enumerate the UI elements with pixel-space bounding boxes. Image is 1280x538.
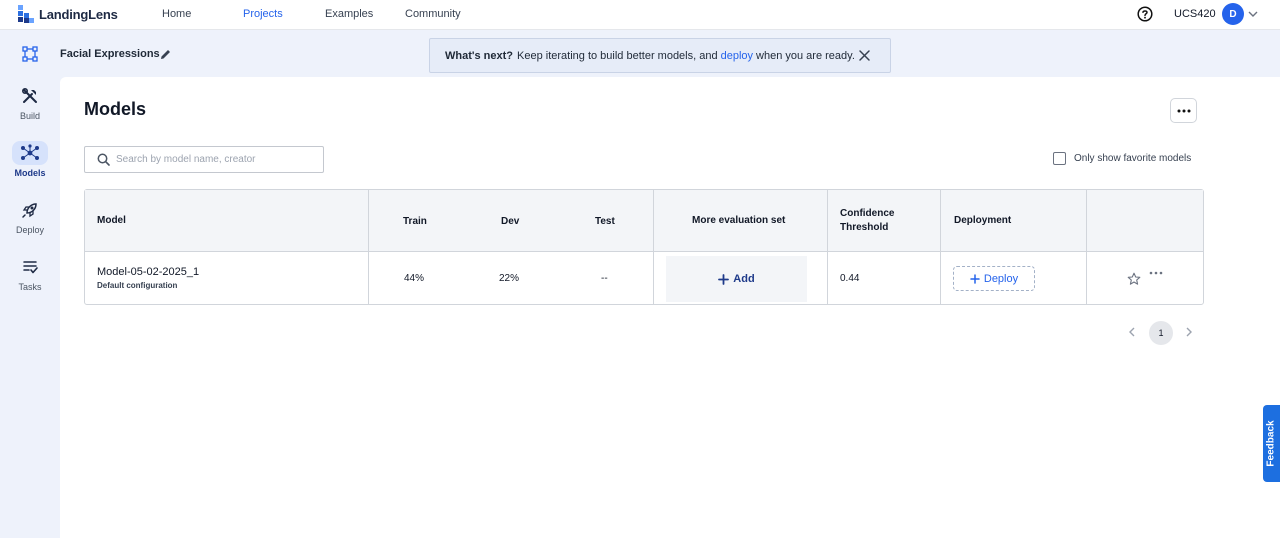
confidence-value: 0.44 [840,273,860,284]
column-divider [1086,190,1087,304]
plus-icon [718,273,730,285]
rocket-icon [12,198,48,222]
feedback-label: Feedback [1266,420,1278,467]
sidebar-item-build[interactable]: Build [6,84,54,121]
feedback-tab[interactable]: Feedback [1263,405,1280,482]
table-header [85,190,1203,252]
landinglens-logo-icon [18,5,34,23]
tools-icon [12,84,48,108]
avatar[interactable]: D [1222,3,1244,25]
page-title: Models [84,99,147,119]
deploy-label: Deploy [983,272,1019,285]
project-name: Facial Expressions [60,48,160,60]
brand-name: LandingLens [39,6,118,22]
sidebar-label-models: Models [14,168,46,178]
checklist-icon [12,255,48,279]
nav-home[interactable]: Home [162,8,191,20]
header-test[interactable]: Test [595,216,615,227]
workflow-icon[interactable] [22,46,38,62]
favorites-label: Only show favorite models [1074,153,1192,164]
column-divider [940,190,941,304]
header-confidence-line1: Confidence [840,208,895,219]
chevron-left-icon[interactable] [1128,326,1136,338]
favorites-checkbox[interactable] [1053,152,1066,165]
table-row-model[interactable]: Model-05-02-2025_1 Default configuration [97,266,199,290]
pagination-page[interactable]: 1 [1149,321,1173,345]
chevron-down-icon[interactable] [1248,10,1258,18]
search-icon [97,153,110,166]
column-divider [827,190,828,304]
main-content: Models Only show favorite models Model T… [60,77,1280,538]
header-train[interactable]: Train [403,216,427,227]
banner-text-before: Keep iterating to build better models, a… [517,49,718,62]
banner-text-after: when you are ready. [756,49,855,62]
sidebar-item-deploy[interactable]: Deploy [6,198,54,235]
sidebar-item-tasks[interactable]: Tasks [6,255,54,292]
banner-lead: What's next? [445,49,514,62]
row-more-icon[interactable] [1149,271,1163,275]
model-name[interactable]: Model-05-02-2025_1 [97,266,199,278]
sidebar-label-tasks: Tasks [18,282,42,292]
top-nav: LandingLens Home Projects Examples Commu… [0,0,1280,30]
sidebar-label-build: Build [19,111,40,121]
header-confidence-line2: Threshold [840,222,889,233]
header-deployment: Deployment [954,215,1012,226]
header-dev[interactable]: Dev [501,216,519,227]
star-icon[interactable] [1127,272,1141,286]
models-table: Model Train Dev Test More evaluation set… [84,189,1204,305]
more-horizontal-icon [1177,109,1190,112]
banner-deploy-link[interactable]: deploy [721,50,753,62]
nav-projects[interactable]: Projects [243,8,283,20]
chevron-right-icon[interactable] [1185,326,1193,338]
page-more-button[interactable] [1170,98,1197,123]
train-score: 44% [404,273,425,284]
add-evaluation-set-button[interactable]: Add [666,256,807,302]
column-divider [368,190,369,304]
sidebar-item-models[interactable]: Models [6,141,54,178]
column-divider [653,190,654,304]
whats-next-banner: What's next? Keep iterating to build bet… [429,38,891,73]
network-icon [12,141,48,165]
sidebar: Build Models Deploy Tasks [0,30,60,538]
close-icon[interactable] [858,49,871,62]
nav-examples[interactable]: Examples [325,8,373,20]
nav-community[interactable]: Community [405,8,461,20]
model-config: Default configuration [97,281,178,290]
dev-score: 22% [499,273,520,284]
add-label: Add [733,273,755,285]
test-score: -- [601,273,608,284]
deploy-button[interactable]: Deploy [953,266,1035,291]
help-icon[interactable] [1137,6,1153,22]
sidebar-label-deploy: Deploy [15,225,44,235]
search-box [84,146,324,173]
favorites-filter[interactable]: Only show favorite models [1053,152,1191,165]
header-model[interactable]: Model [97,215,126,226]
search-input[interactable] [116,154,306,165]
pencil-icon[interactable] [159,48,172,61]
plus-icon [970,273,980,284]
header-more-eval: More evaluation set [692,215,786,226]
org-name[interactable]: UCS420 [1174,8,1216,20]
brand-logo[interactable]: LandingLens [17,4,118,24]
